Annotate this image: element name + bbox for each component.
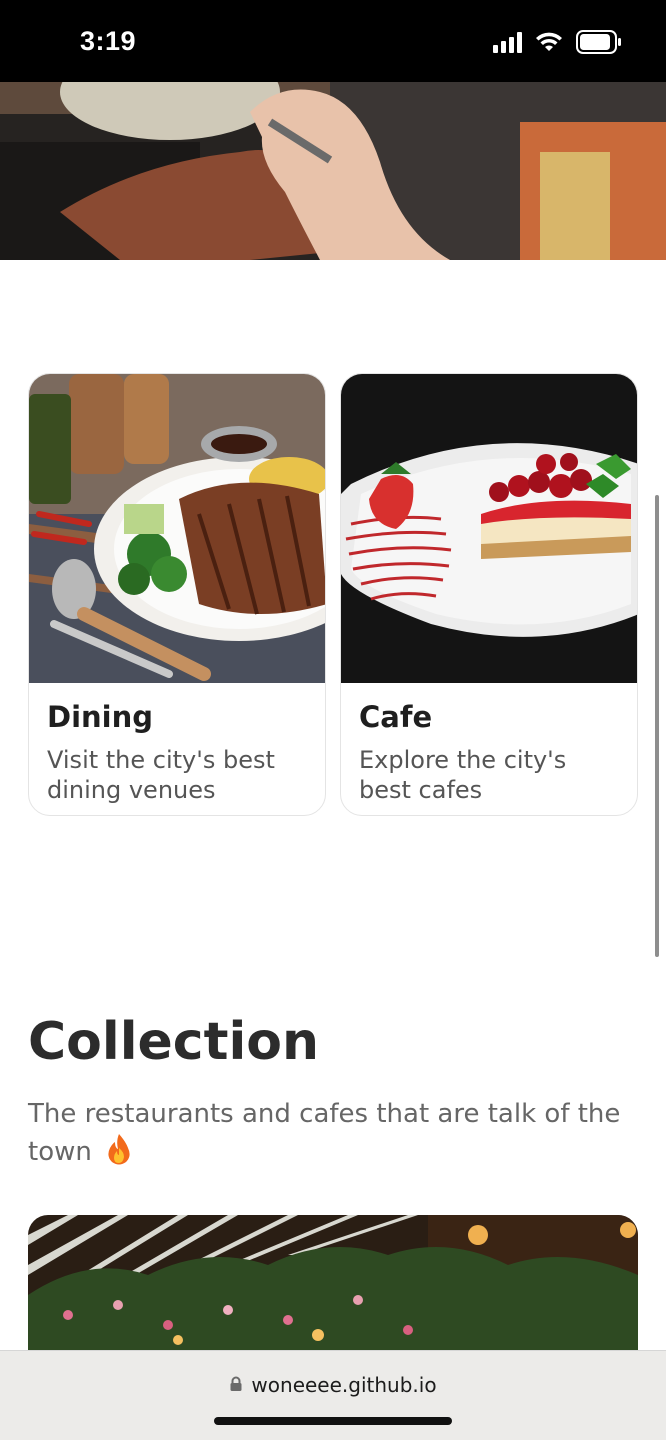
scrollbar[interactable]	[655, 495, 659, 957]
status-time: 3:19	[80, 26, 137, 56]
url-row[interactable]: woneeee.github.io	[0, 1373, 666, 1397]
status-icons	[493, 30, 622, 54]
dining-description: Visit the city's best dining venues	[47, 746, 275, 804]
browser-address-bar[interactable]: woneeee.github.io	[0, 1350, 666, 1440]
status-bar: 3:19	[0, 0, 666, 82]
wifi-icon	[534, 31, 564, 53]
cafe-title: Cafe	[359, 700, 433, 734]
battery-icon	[576, 30, 622, 54]
dining-card[interactable]: Dining Visit the city's best dining venu…	[28, 373, 326, 816]
category-cards: Dining Visit the city's best dining venu…	[28, 373, 638, 816]
collection-subtitle: The restaurants and cafes that are talk …	[28, 1096, 628, 1176]
cafe-description: Explore the city's best cafes	[359, 746, 567, 804]
flame-icon	[104, 1132, 134, 1176]
cafe-card[interactable]: Cafe Explore the city's best cafes	[340, 373, 638, 816]
lock-icon	[229, 1373, 243, 1397]
dining-title: Dining	[47, 700, 154, 734]
dining-image	[29, 374, 325, 683]
signal-icon	[493, 31, 522, 53]
home-indicator[interactable]	[214, 1417, 452, 1425]
hero-image	[0, 82, 666, 260]
url-text[interactable]: woneeee.github.io	[251, 1373, 436, 1397]
cafe-image	[341, 374, 637, 683]
collection-image[interactable]	[28, 1215, 638, 1365]
screen: 3:19 Dining Visit the city's best dining…	[0, 0, 666, 1440]
collection-title: Collection	[28, 1012, 320, 1072]
